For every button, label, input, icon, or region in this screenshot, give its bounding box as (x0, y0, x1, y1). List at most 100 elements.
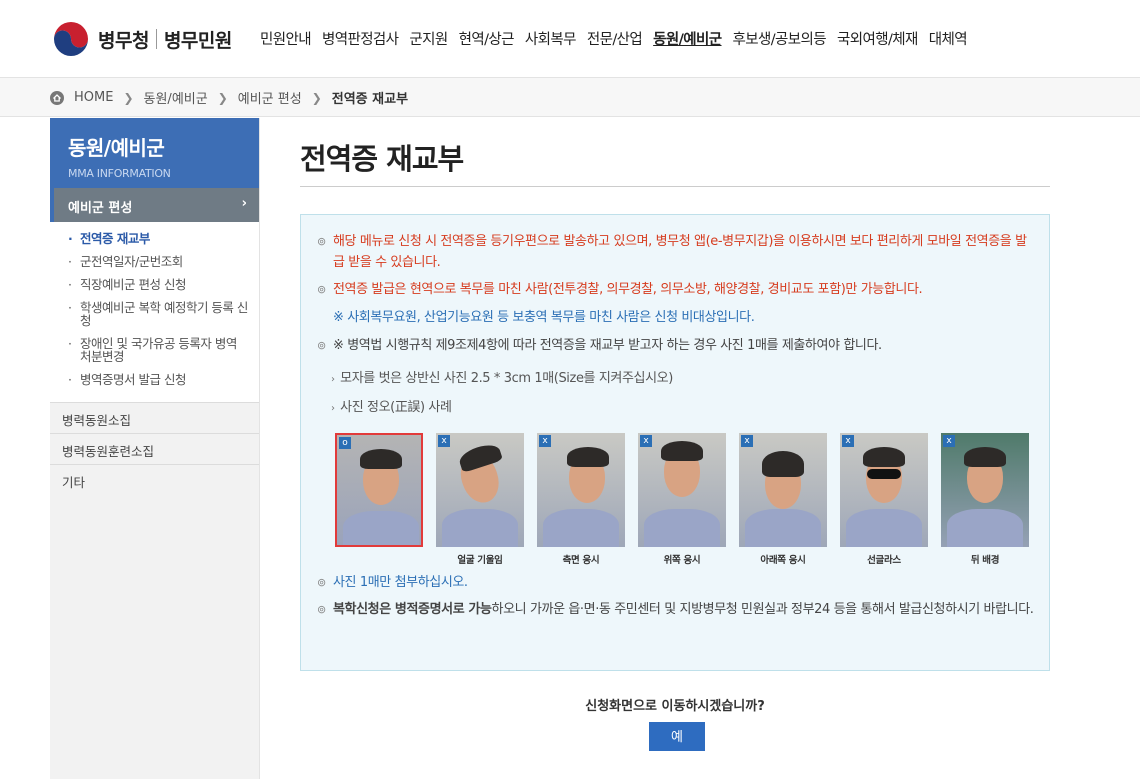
photo-caption: 측면 응시 (562, 555, 600, 566)
sidebar-subitem-certificate[interactable]: 병역증명서 발급 신청 (64, 373, 249, 386)
notice-item: ⊚ 사진 1매만 첨부하십시오. (317, 572, 1037, 593)
wrong-icon: x (539, 435, 551, 447)
correct-icon: o (339, 437, 351, 449)
chevron-right-icon: ❯ (123, 90, 134, 105)
breadcrumb-bar: HOME ❯ 동원/예비군 ❯ 예비군 편성 ❯ 전역증 재교부 (0, 78, 1140, 117)
main-content: 전역증 재교부 ⊚ 해당 메뉴로 신청 시 전역증을 등기우편으로 발송하고 있… (300, 118, 1050, 751)
sidebar-category-label: 예비군 편성 (68, 201, 133, 216)
breadcrumb-item[interactable]: 동원/예비군 (144, 88, 208, 107)
wrong-icon: x (741, 435, 753, 447)
sidebar-title: 동원/예비군 (68, 136, 165, 160)
menu-social-service[interactable]: 사회복무 (525, 28, 577, 49)
logo-name: 병무청 (98, 29, 149, 52)
breadcrumb-current: 전역증 재교부 (331, 92, 409, 107)
yes-button[interactable]: 예 (649, 722, 705, 751)
circle-bullet-icon: ⊚ (317, 339, 326, 352)
global-header: 병무청 병무민원 민원안내 병역판정검사 군지원 현역/상근 사회복무 전문/산… (0, 0, 1140, 78)
breadcrumb: HOME ❯ 동원/예비군 ❯ 예비군 편성 ❯ 전역증 재교부 (50, 88, 408, 107)
menu-military-exam[interactable]: 병역판정검사 (322, 28, 399, 49)
photo-caption: 위쪽 응시 (663, 555, 701, 566)
portrait-image: x (840, 433, 928, 547)
notice-subitem: › 모자를 벗은 상반신 사진 2.5 * 3cm 1매(Size를 지켜주십시… (331, 367, 673, 386)
photo-example-correct: o (335, 433, 423, 566)
photo-caption: 얼굴 기울임 (457, 555, 503, 566)
photo-caption: 아래쪽 응시 (760, 555, 806, 566)
photo-example-tilted: x 얼굴 기울임 (436, 433, 524, 566)
portrait-image: x (436, 433, 524, 547)
sidebar-item-mobilization[interactable]: 병력동원소집 (50, 402, 259, 433)
wrong-icon: x (842, 435, 854, 447)
chevron-right-icon: › (241, 196, 247, 211)
menu-reserve[interactable]: 동원/예비군 (653, 28, 722, 49)
photo-examples: o x 얼굴 기울임 x 측면 응시 x 위쪽 응시 x 아래쪽 응시 x 선글… (335, 433, 1031, 566)
breadcrumb-home[interactable]: HOME (74, 90, 113, 105)
menu-civil-guide[interactable]: 민원안내 (260, 28, 312, 49)
circle-bullet-icon: ⊚ (317, 235, 326, 248)
notice-text: 전역증 발급은 현역으로 복무를 마친 사람(전투경찰, 의무경찰, 의무소방,… (333, 282, 923, 297)
photo-example-side: x 측면 응시 (537, 433, 625, 566)
photo-example-up: x 위쪽 응시 (638, 433, 726, 566)
sidebar-category-reserve[interactable]: 예비군 편성 › (50, 188, 259, 222)
sidebar-header: 동원/예비군 MMA INFORMATION (50, 118, 259, 188)
circle-bullet-icon: ⊚ (317, 603, 326, 616)
confirm-question: 신청화면으로 이동하시겠습니까? (585, 699, 765, 714)
menu-alternative[interactable]: 대체역 (929, 28, 968, 49)
wrong-icon: x (640, 435, 652, 447)
notice-subitem: › 사진 정오(正誤) 사례 (331, 396, 452, 415)
photo-caption: 뒤 배경 (970, 555, 1000, 566)
portrait-image: x (537, 433, 625, 547)
sidebar-subitem-discharge-lookup[interactable]: 군전역일자/군번조회 (64, 255, 249, 268)
notice-text: ※ 병역법 시행규칙 제9조제4항에 따라 전역증을 재교부 받고자 하는 경우… (333, 338, 882, 353)
menu-military-volunteer[interactable]: 군지원 (409, 28, 448, 49)
wrong-icon: x (438, 435, 450, 447)
logo-subname: 병무민원 (163, 29, 232, 52)
notice-item: ⊚ 복학신청은 병적증명서로 가능하오니 가까운 읍·면·동 주민센터 및 지방… (317, 599, 1037, 620)
menu-active-duty[interactable]: 현역/상근 (459, 28, 515, 49)
taegeuk-logo-icon (53, 21, 89, 57)
sidebar-subitems: 전역증 재교부 군전역일자/군번조회 직장예비군 편성 신청 학생예비군 복학 … (50, 222, 259, 402)
main-menu: 민원안내 병역판정검사 군지원 현역/상근 사회복무 전문/산업 동원/예비군 … (260, 28, 968, 49)
sidebar-item-etc[interactable]: 기타 (50, 464, 259, 495)
notice-box: ⊚ 해당 메뉴로 신청 시 전역증을 등기우편으로 발송하고 있으며, 병무청 … (300, 214, 1050, 671)
logo-divider (155, 29, 157, 49)
sidebar-item-mobilization-training[interactable]: 병력동원훈련소집 (50, 433, 259, 464)
home-icon[interactable] (50, 90, 64, 105)
circle-bullet-icon: ⊚ (317, 576, 326, 589)
portrait-image: x (638, 433, 726, 547)
circle-bullet-icon: ⊚ (317, 283, 326, 296)
notice-item: ⊚ 전역증 발급은 현역으로 복무를 마친 사람(전투경찰, 의무경찰, 의무소… (317, 279, 1037, 300)
sidebar-subitem-disabled-change[interactable]: 장애인 및 국가유공 등록자 병역 처분변경 (64, 337, 249, 363)
portrait-image: x (739, 433, 827, 547)
portrait-image: x (941, 433, 1029, 547)
notice-subtext: 사진 정오(正誤) 사례 (340, 400, 452, 415)
wrong-icon: x (943, 435, 955, 447)
notice-bold-text: 복학신청은 병적증명서로 가능 (333, 602, 492, 617)
chevron-right-icon: › (331, 403, 341, 414)
notice-item: ⊚ ※ 병역법 시행규칙 제9조제4항에 따라 전역증을 재교부 받고자 하는 … (317, 335, 1037, 356)
notice-subtext: 모자를 벗은 상반신 사진 2.5 * 3cm 1매(Size를 지켜주십시오) (340, 371, 673, 386)
chevron-right-icon: ❯ (311, 90, 322, 105)
menu-candidates[interactable]: 후보생/공보의등 (733, 28, 827, 49)
chevron-right-icon: › (331, 374, 341, 385)
sidebar-subtitle: MMA INFORMATION (68, 167, 171, 180)
sidebar-subitem-workplace-reserve[interactable]: 직장예비군 편성 신청 (64, 278, 249, 291)
sidebar-subitem-student-reserve[interactable]: 학생예비군 복학 예정학기 등록 신청 (64, 301, 249, 327)
photo-example-sunglasses: x 선글라스 (840, 433, 928, 566)
logo[interactable]: 병무청 병무민원 (52, 20, 232, 58)
notice-text: ※ 사회복무요원, 산업기능요원 등 보충역 복무를 마친 사람은 신청 비대상… (333, 310, 755, 325)
notice-text: 사진 1매만 첨부하십시오. (333, 575, 468, 590)
sidebar: 동원/예비군 MMA INFORMATION 예비군 편성 › 전역증 재교부 … (50, 118, 260, 779)
notice-item: ⊚ 해당 메뉴로 신청 시 전역증을 등기우편으로 발송하고 있으며, 병무청 … (317, 231, 1037, 273)
breadcrumb-item[interactable]: 예비군 편성 (238, 88, 302, 107)
notice-note: ※ 사회복무요원, 산업기능요원 등 보충역 복무를 마친 사람은 신청 비대상… (317, 307, 1037, 328)
page-title: 전역증 재교부 (300, 136, 1050, 187)
sidebar-subitem-reissue[interactable]: 전역증 재교부 (64, 232, 249, 245)
photo-example-background: x 뒤 배경 (941, 433, 1029, 566)
photo-caption: 선글라스 (867, 555, 901, 566)
notice-text: 하오니 가까운 읍·면·동 주민센터 및 지방병무청 민원실과 정부24 등을 … (491, 602, 1034, 617)
portrait-image: o (335, 433, 423, 547)
menu-expert-industry[interactable]: 전문/산업 (587, 28, 643, 49)
menu-overseas[interactable]: 국외여행/체재 (837, 28, 918, 49)
photo-example-down: x 아래쪽 응시 (739, 433, 827, 566)
chevron-right-icon: ❯ (217, 90, 228, 105)
